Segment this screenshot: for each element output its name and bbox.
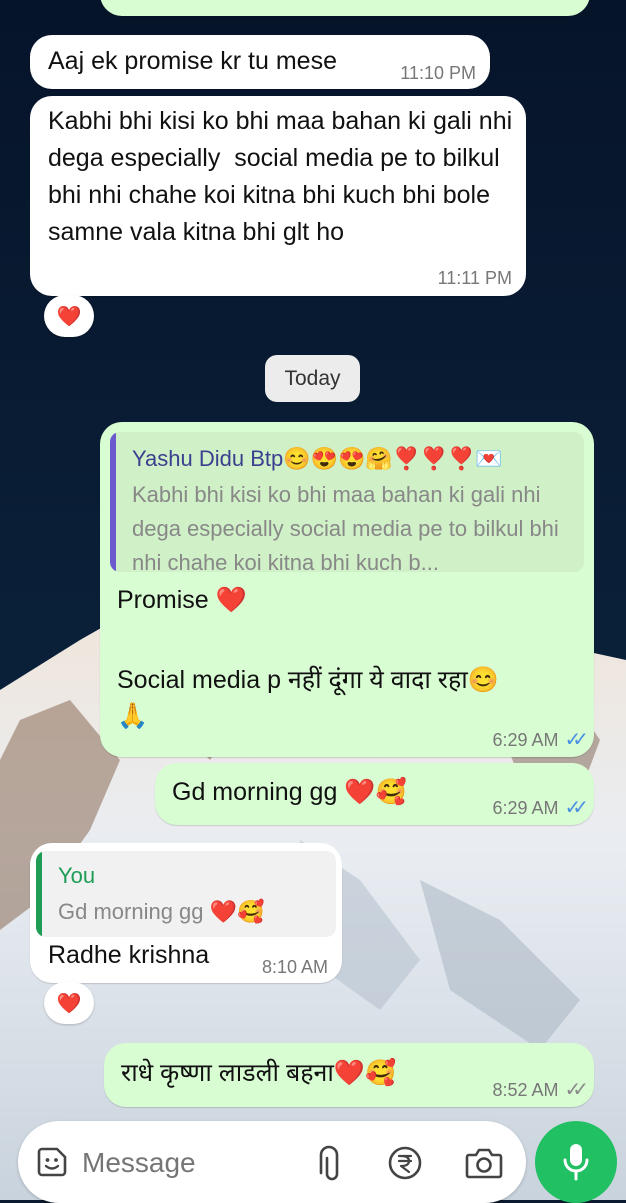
message-bubble-incoming[interactable]: Aaj ek promise kr tu mese 11:10 PM: [30, 35, 490, 89]
message-text: Radhe krishna: [48, 941, 210, 969]
quote-text: Gd morning gg ❤️🥰: [58, 899, 265, 924]
sticker-icon[interactable]: [34, 1144, 70, 1180]
reaction-heart[interactable]: ❤️: [44, 295, 94, 337]
message-bubble-outgoing[interactable]: Gd morning gg ❤️🥰 6:29 AM ✓✓: [155, 763, 594, 825]
message-input[interactable]: [80, 1141, 304, 1185]
chat-area: Aaj ek promise kr tu mese 11:10 PM Kabhi…: [0, 0, 626, 1203]
message-time: 6:29 AM: [492, 730, 559, 750]
message-text-line: 🙏: [117, 702, 149, 730]
message-bubble-incoming[interactable]: You Gd morning gg ❤️🥰 Radhe krishna 8:10…: [30, 843, 342, 983]
double-check-delivered-icon: ✓✓: [564, 1079, 588, 1101]
message-time: 6:29 AM: [492, 798, 559, 818]
reaction-heart[interactable]: ❤️: [44, 982, 94, 1024]
quoted-message[interactable]: Yashu Didu Btp😊😍😍🤗❣️❣️❣️💌 Kabhi bhi kisi…: [110, 432, 584, 572]
quoted-message[interactable]: You Gd morning gg ❤️🥰: [36, 851, 336, 937]
message-text: Gd morning gg ❤️🥰: [172, 778, 407, 806]
camera-icon[interactable]: [464, 1143, 504, 1183]
message-bubble-outgoing[interactable]: Yashu Didu Btp😊😍😍🤗❣️❣️❣️💌 Kabhi bhi kisi…: [100, 422, 594, 757]
message-bubble-outgoing[interactable]: राधे कृष्णा लाडली बहना❤️🥰 8:52 AM ✓✓: [104, 1043, 594, 1107]
quote-text: Kabhi bhi kisi ko bhi maa bahan ki gali …: [132, 482, 559, 572]
message-time-row: 6:29 AM ✓✓: [492, 795, 588, 820]
message-text: Kabhi bhi kisi ko bhi maa bahan ki gali …: [48, 107, 520, 246]
message-time-row: 6:29 AM ✓✓: [492, 727, 588, 752]
message-text-line: Social media p नहीं दूंगा ये वादा रहा😊: [117, 666, 499, 694]
date-divider: Today: [265, 355, 360, 402]
message-composer[interactable]: [18, 1121, 526, 1203]
message-bubble-incoming[interactable]: Kabhi bhi kisi ko bhi maa bahan ki gali …: [30, 96, 526, 296]
double-check-read-icon: ✓✓: [564, 729, 588, 751]
message-text-line: Promise ❤️: [117, 586, 247, 614]
message-time: 8:10 AM: [261, 957, 328, 977]
mic-icon: [563, 1144, 589, 1181]
rupee-payment-icon[interactable]: [385, 1143, 425, 1183]
message-time: 11:10 PM: [400, 63, 476, 83]
message-text: राधे कृष्णा लाडली बहना❤️🥰: [121, 1059, 397, 1087]
quote-sender-name: You: [58, 863, 96, 888]
message-bubble-clipped[interactable]: [100, 0, 590, 16]
message-time: 8:52 AM: [492, 1080, 559, 1100]
message-text: Aaj ek promise kr tu mese: [48, 47, 337, 75]
quote-accent-bar: [36, 851, 42, 937]
reaction-emoji: ❤️: [56, 305, 82, 328]
reaction-emoji: ❤️: [56, 992, 82, 1015]
message-time: 11:11 PM: [437, 268, 512, 288]
double-check-read-icon: ✓✓: [564, 797, 588, 819]
mic-button[interactable]: [535, 1121, 617, 1203]
message-time-row: 8:52 AM ✓✓: [492, 1077, 588, 1102]
quote-sender-name: Yashu Didu Btp😊😍😍🤗❣️❣️❣️💌: [132, 446, 503, 471]
quote-accent-bar: [110, 432, 116, 572]
attach-icon[interactable]: [309, 1143, 349, 1183]
